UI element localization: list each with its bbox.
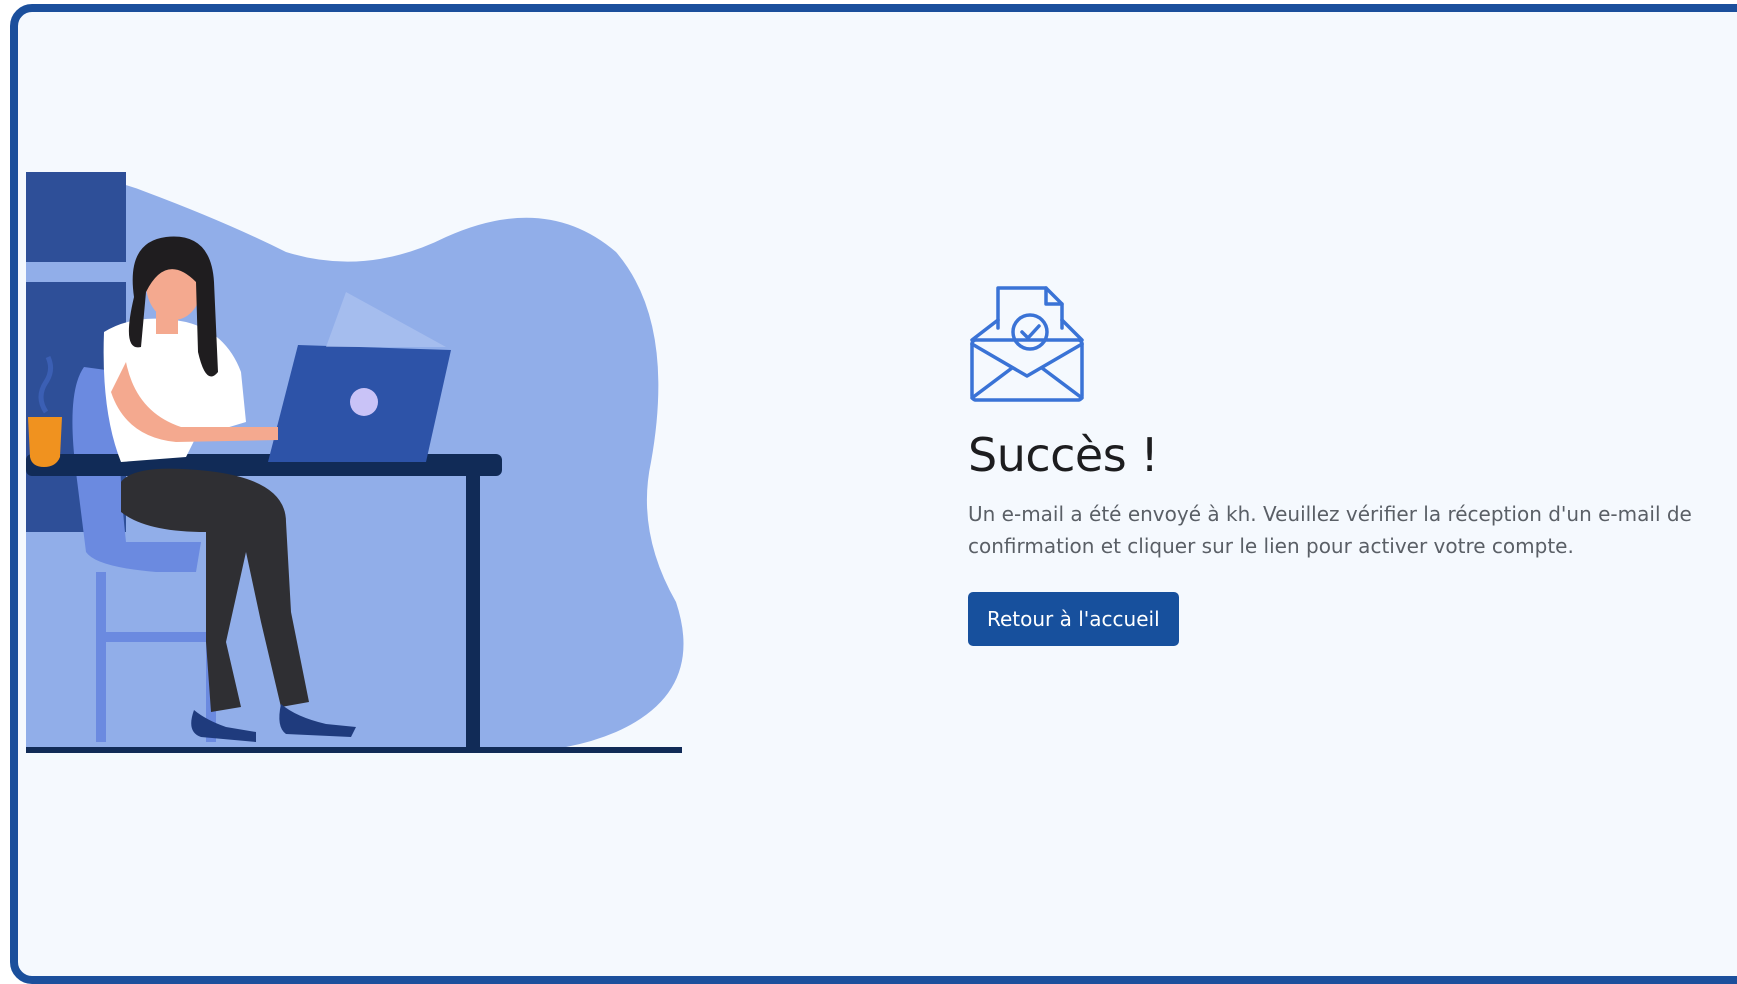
woman-laptop-illustration <box>26 172 684 753</box>
chair-rail <box>101 632 221 642</box>
page-frame: Succès ! Un e-mail a été envoyé à kh. Ve… <box>10 4 1737 984</box>
confirmation-message: Un e-mail a été envoyé à kh. Veuillez vé… <box>968 502 1692 558</box>
floor-line <box>26 747 682 753</box>
success-title: Succès ! <box>968 428 1159 482</box>
desk-leg <box>466 472 480 750</box>
mug <box>28 417 62 467</box>
success-panel: Succès ! Un e-mail a été envoyé à kh. Ve… <box>968 282 1728 646</box>
back-to-home-button[interactable]: Retour à l'accueil <box>968 592 1179 646</box>
mail-check-icon <box>970 286 1084 402</box>
laptop-logo <box>350 388 378 416</box>
chair-leg <box>96 572 106 742</box>
window-panel-top <box>26 172 126 262</box>
desk-top <box>26 454 502 476</box>
